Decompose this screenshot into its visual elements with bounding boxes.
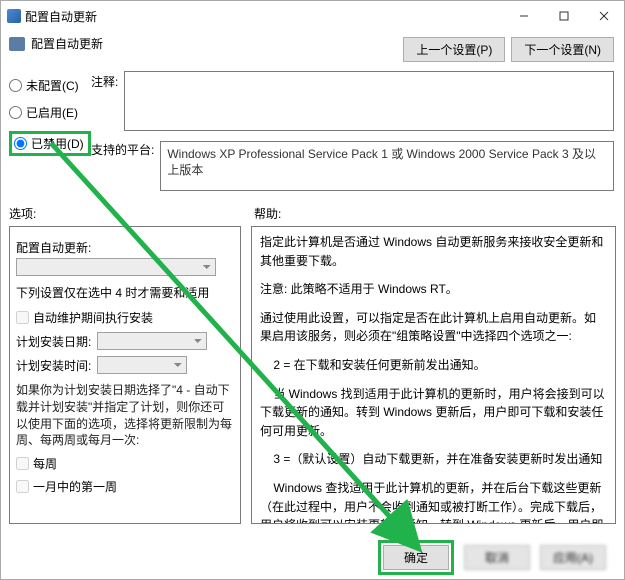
schedule-desc: 如果你为计划安装日期选择了"4 - 自动下载并计划安装"并指定了计划，则你还可以… [16,382,234,449]
state-radio-group: 未配置(C) 已启用(E) 已禁用(D) [9,77,91,156]
help-para: Windows 查找适用于此计算机的更新，并在后台下载这些更新（在此过程中，用户… [260,479,607,524]
cancel-button[interactable]: 取消 [464,545,530,570]
schedule-day-select[interactable] [97,332,207,350]
radio-enabled[interactable]: 已启用(E) [9,104,91,121]
radio-enabled-input[interactable] [9,106,22,119]
help-para: 当 Windows 找到适用于此计算机的更新时，用户将会接到可以下载更新的通知。… [260,385,607,441]
radio-enabled-label: 已启用(E) [26,104,78,121]
titlebar: 配置自动更新 [1,1,624,31]
subtitle-text: 配置自动更新 [31,35,103,52]
first-week-checkbox[interactable] [16,480,29,493]
maximize-button[interactable] [544,2,584,30]
help-panel: 指定此计算机是否通过 Windows 自动更新服务来接收安全更新和其他重要下载。… [251,226,616,524]
radio-disabled-input[interactable] [14,137,27,150]
maintenance-checkbox[interactable] [16,311,29,324]
help-para: 2 = 在下载和安装任何更新前发出通知。 [260,356,607,375]
help-para: 通过使用此设置，可以指定是否在此计算机上启用自动更新。如果启用该服务，则必须在"… [260,309,607,346]
close-button[interactable] [584,2,624,30]
ok-button[interactable]: 确定 [383,545,449,570]
schedule-time-label: 计划安装时间: [16,357,91,374]
app-icon [7,9,21,23]
dialog-window: 配置自动更新 配置自动更新 上一个设置(P) 下一个设置(N) 未配置(C) 已… [0,0,625,580]
schedule-time-select[interactable] [97,356,187,374]
radio-not-configured-label: 未配置(C) [26,77,79,94]
help-para: 指定此计算机是否通过 Windows 自动更新服务来接收安全更新和其他重要下载。 [260,233,607,270]
highlight-disabled: 已禁用(D) [9,131,91,156]
next-setting-button[interactable]: 下一个设置(N) [511,37,614,62]
radio-disabled-label: 已禁用(D) [31,135,84,152]
radio-not-configured[interactable]: 未配置(C) [9,77,91,94]
comment-textarea[interactable] [124,71,614,131]
policy-icon [9,37,25,51]
configure-update-label: 配置自动更新: [16,239,234,256]
apply-button[interactable]: 应用(A) [540,545,606,570]
option-note: 下列设置仅在选中 4 时才需要和适用 [16,284,234,301]
highlight-ok: 确定 [378,540,454,575]
prev-setting-button[interactable]: 上一个设置(P) [403,37,505,62]
help-para: 3 =（默认设置）自动下载更新，并在准备安装更新时发出通知 [260,450,607,469]
maintenance-checkbox-label: 自动维护期间执行安装 [33,309,153,326]
every-week-row[interactable]: 每周 [16,455,234,472]
minimize-button[interactable] [504,2,544,30]
comment-label: 注释: [91,71,118,131]
radio-disabled[interactable]: 已禁用(D) [14,135,84,152]
configure-update-select[interactable] [16,258,216,276]
footer: 确定 取消 应用(A) [1,535,624,579]
every-week-checkbox[interactable] [16,457,29,470]
schedule-day-label: 计划安装日期: [16,333,91,350]
platforms-text: Windows XP Professional Service Pack 1 或… [160,141,614,191]
help-section-label: 帮助: [254,205,281,222]
first-week-label: 一月中的第一周 [33,478,117,495]
every-week-label: 每周 [33,455,57,472]
options-section-label: 选项: [9,205,36,222]
maintenance-checkbox-row[interactable]: 自动维护期间执行安装 [16,309,234,326]
options-panel: 配置自动更新: 下列设置仅在选中 4 时才需要和适用 自动维护期间执行安装 计划… [9,226,241,524]
radio-not-configured-input[interactable] [9,79,22,92]
platforms-label: 支持的平台: [91,141,154,191]
help-para: 注意: 此策略不适用于 Windows RT。 [260,280,607,299]
window-title: 配置自动更新 [25,8,97,25]
first-week-row[interactable]: 一月中的第一周 [16,478,234,495]
